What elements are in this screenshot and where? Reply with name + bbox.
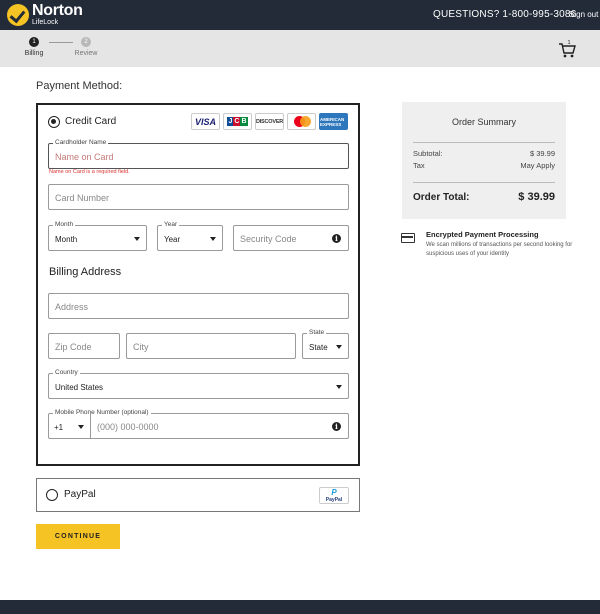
city-placeholder: City	[133, 342, 149, 352]
phone-divider	[90, 414, 91, 438]
tax-label: Tax	[413, 161, 425, 170]
discover-logo: DISCOVER	[255, 113, 284, 130]
paypal-label: PayPal	[64, 489, 96, 500]
norton-check-icon	[7, 3, 29, 26]
step-billing: 1 Billing	[19, 37, 49, 57]
summary-divider	[413, 182, 555, 183]
caret-down-icon	[134, 237, 140, 241]
card-number-field[interactable]: Card Number	[48, 184, 349, 210]
encryption-description: We scan millions of transactions per sec…	[426, 242, 573, 257]
year-select[interactable]: Year Year	[157, 221, 223, 251]
order-summary: Order Summary Subtotal: $ 39.99 Tax May …	[402, 102, 566, 219]
state-value: State	[309, 343, 328, 352]
amex-logo: AMERICAN EXPRESS	[319, 113, 348, 130]
cardholder-name-field[interactable]: Cardholder Name Name on Card	[48, 139, 349, 169]
mobile-phone-label: Mobile Phone Number (optional)	[53, 409, 151, 417]
cardholder-error-message: Name on Card is a required field.	[49, 169, 130, 175]
sign-out-link[interactable]: Sign out	[569, 10, 598, 19]
tax-row: Tax May Apply	[413, 161, 555, 170]
order-total-value: $ 39.99	[518, 191, 555, 203]
step-label: Review	[74, 50, 98, 57]
credit-card-label: Credit Card	[65, 116, 117, 127]
caret-down-icon	[336, 385, 342, 389]
credit-card-radio[interactable]	[48, 116, 60, 128]
caret-down-icon	[78, 425, 84, 429]
subtotal-value: $ 39.99	[529, 149, 555, 158]
card-number-placeholder: Card Number	[55, 193, 110, 203]
credit-card-panel: Credit Card VISA JCB DISCOVER AMERICAN E…	[36, 103, 360, 466]
norton-logo[interactable]: Norton LifeLock	[7, 3, 83, 26]
credit-card-icon	[401, 233, 415, 243]
paypal-radio[interactable]	[46, 489, 58, 501]
address-field[interactable]: Address	[48, 293, 349, 319]
state-label: State	[307, 329, 327, 337]
order-total-label: Order Total:	[413, 192, 470, 203]
brand-name: Norton	[32, 2, 83, 19]
cardholder-name-label: Cardholder Name	[53, 139, 109, 147]
subtotal-row: Subtotal: $ 39.99	[413, 149, 555, 158]
step-number: 1	[29, 37, 39, 47]
step-review: 2 Review	[71, 37, 101, 57]
billing-address-title: Billing Address	[49, 266, 122, 278]
phone-placeholder: (000) 000-0000	[97, 422, 159, 432]
paypal-panel[interactable]: PayPal P PayPal	[36, 478, 360, 512]
month-label: Month	[53, 221, 76, 229]
order-summary-title: Order Summary	[451, 117, 516, 127]
tax-value: May Apply	[520, 161, 555, 170]
security-code-field[interactable]: Security Code i	[233, 225, 349, 251]
country-select[interactable]: Country United States	[48, 369, 349, 399]
security-code-placeholder: Security Code	[240, 234, 297, 244]
step-label: Billing	[24, 50, 44, 57]
cardholder-name-placeholder: Name on Card	[55, 152, 114, 162]
country-value: United States	[55, 383, 104, 392]
city-field[interactable]: City	[126, 333, 296, 359]
mobile-phone-field[interactable]: Mobile Phone Number (optional) +1 (000) …	[48, 409, 349, 439]
brand-sub: LifeLock	[32, 19, 59, 26]
step-number: 2	[81, 37, 91, 47]
caret-down-icon	[336, 345, 342, 349]
year-label: Year	[162, 221, 180, 229]
encryption-title: Encrypted Payment Processing	[426, 230, 539, 239]
zip-code-placeholder: Zip Code	[55, 342, 92, 352]
visa-logo: VISA	[191, 113, 220, 130]
paypal-logo-text: PayPal	[325, 496, 343, 503]
checkout-steps: 1 Billing 2 Review 1	[0, 30, 600, 67]
month-select[interactable]: Month Month	[48, 221, 147, 251]
info-icon[interactable]: i	[332, 234, 341, 243]
year-value: Year	[164, 235, 181, 244]
order-total-row: Order Total: $ 39.99	[413, 191, 555, 203]
zip-code-field[interactable]: Zip Code	[48, 333, 120, 359]
mastercard-logo	[287, 113, 316, 130]
caret-down-icon	[210, 237, 216, 241]
country-label: Country	[53, 369, 80, 377]
step-connector	[49, 42, 73, 43]
paypal-logo: P PayPal	[319, 487, 349, 504]
cart-icon[interactable]: 1	[558, 39, 576, 59]
month-value: Month	[55, 235, 78, 244]
svg-text:1: 1	[568, 40, 571, 46]
card-logos: VISA JCB DISCOVER AMERICAN EXPRESS	[188, 113, 348, 130]
jcb-logo: JCB	[223, 113, 252, 130]
country-code-select[interactable]: +1	[54, 423, 63, 432]
payment-method-title: Payment Method:	[36, 80, 123, 92]
state-select[interactable]: State State	[302, 329, 349, 359]
info-icon[interactable]: i	[332, 422, 341, 431]
paypal-logo-letter: P	[331, 487, 337, 497]
continue-button[interactable]: CONTINUE	[36, 524, 120, 549]
subtotal-label: Subtotal:	[413, 149, 443, 158]
support-phone: QUESTIONS? 1-800-995-3086	[433, 9, 577, 20]
main-content: 1 Billing 2 Review 1 Payment Method: Cre…	[0, 30, 600, 600]
address-placeholder: Address	[55, 302, 89, 312]
summary-divider	[413, 142, 555, 143]
top-header: Norton LifeLock QUESTIONS? 1-800-995-308…	[0, 0, 600, 30]
